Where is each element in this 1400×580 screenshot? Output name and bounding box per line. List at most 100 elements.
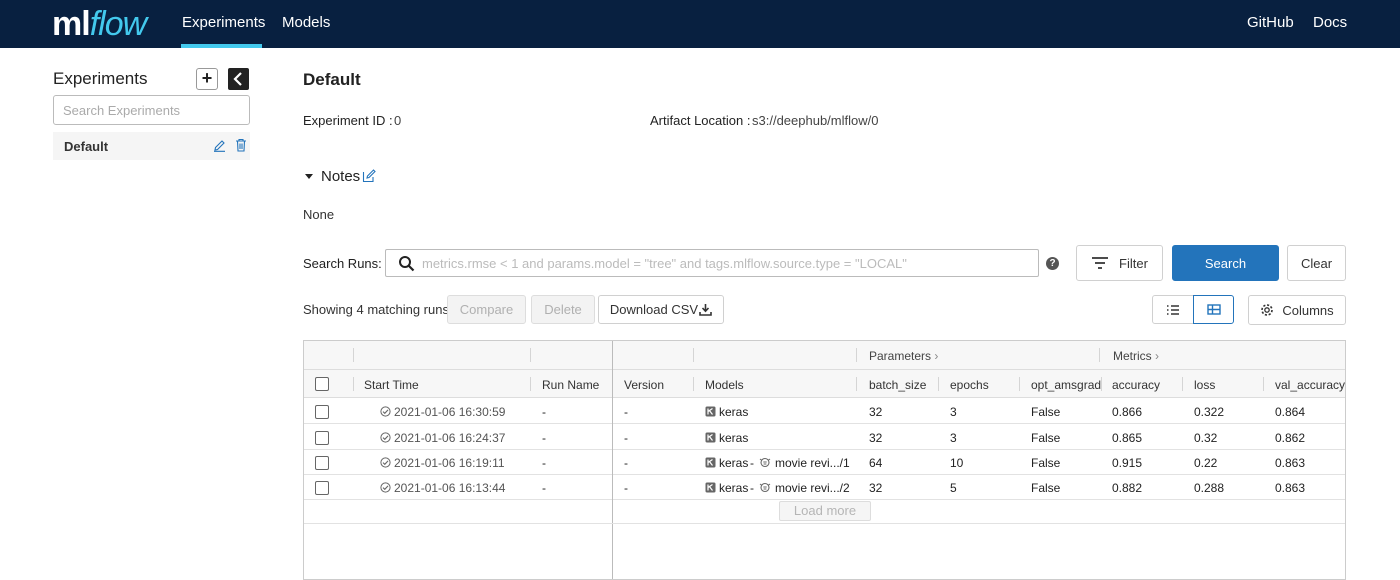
- table-row[interactable]: 2021-01-06 16:30:59 - - keras 32 3 False…: [304, 399, 1345, 424]
- header-batch-size[interactable]: batch_size: [869, 378, 926, 392]
- download-csv-label: Download CSV: [609, 302, 699, 317]
- batch-size-cell: 64: [869, 456, 883, 470]
- download-csv-button[interactable]: Download CSV: [598, 295, 724, 324]
- search-runs-label: Search Runs:: [303, 256, 382, 271]
- accuracy-cell: 0.866: [1112, 405, 1143, 419]
- start-time-link[interactable]: 2021-01-06 16:13:44: [394, 481, 505, 495]
- filter-button[interactable]: Filter: [1076, 245, 1163, 281]
- sidebar-item-default[interactable]: Default: [53, 132, 250, 160]
- registered-model-link[interactable]: movie revi.../1: [775, 456, 850, 470]
- metrics-group-label[interactable]: Metrics ›: [1113, 349, 1159, 363]
- model-link[interactable]: keras: [719, 481, 748, 495]
- table-row[interactable]: 2021-01-06 16:19:11 - - keras - movie re…: [304, 450, 1345, 475]
- trash-icon[interactable]: [235, 138, 247, 152]
- caret-down-icon[interactable]: [304, 172, 314, 180]
- epochs-cell: 10: [950, 456, 964, 470]
- column-divider: [1263, 377, 1264, 391]
- row-checkbox[interactable]: [315, 481, 329, 495]
- select-all-checkbox[interactable]: [315, 377, 329, 391]
- header-version[interactable]: Version: [624, 378, 664, 392]
- start-time-link[interactable]: 2021-01-06 16:24:37: [394, 431, 505, 445]
- header-run-name[interactable]: Run Name: [542, 378, 599, 392]
- header-models[interactable]: Models: [705, 378, 744, 392]
- header-accuracy[interactable]: accuracy: [1112, 378, 1160, 392]
- loss-cell: 0.322: [1194, 405, 1225, 419]
- nav-docs[interactable]: Docs: [1313, 14, 1347, 31]
- matching-runs-count: Showing 4 matching runs: [303, 302, 449, 317]
- delete-button-label: Delete: [544, 302, 582, 317]
- search-button-label: Search: [1204, 255, 1247, 271]
- filter-icon: [1092, 257, 1109, 269]
- check-circle-icon: [380, 406, 391, 417]
- model-link[interactable]: keras: [719, 431, 748, 445]
- search-experiments-input[interactable]: [53, 95, 250, 125]
- search-button[interactable]: Search: [1172, 245, 1279, 281]
- start-time-link[interactable]: 2021-01-06 16:19:11: [394, 456, 505, 470]
- compact-view-toggle[interactable]: [1193, 295, 1234, 324]
- column-divider: [693, 348, 694, 362]
- nav-experiments[interactable]: Experiments: [182, 14, 265, 31]
- nav-models[interactable]: Models: [282, 14, 330, 31]
- column-divider: [530, 348, 531, 362]
- column-divider: [1019, 377, 1020, 391]
- compare-button[interactable]: Compare: [447, 295, 526, 324]
- chevron-right-icon: ›: [1155, 349, 1160, 363]
- pencil-icon[interactable]: [213, 139, 226, 152]
- edit-notes-icon[interactable]: [362, 169, 376, 183]
- mlflow-logo[interactable]: ml flow: [52, 4, 147, 44]
- row-checkbox[interactable]: [315, 431, 329, 445]
- loss-cell: 0.32: [1194, 431, 1218, 445]
- column-group-header: Parameters › Metrics ›: [304, 341, 1345, 370]
- column-divider: [938, 377, 939, 391]
- search-runs-input[interactable]: [422, 253, 1032, 273]
- list-view-toggle[interactable]: [1152, 295, 1194, 324]
- model-icon: [705, 432, 716, 443]
- add-experiment-button[interactable]: +: [196, 68, 218, 90]
- version-cell: -: [624, 431, 628, 445]
- header-loss[interactable]: loss: [1194, 378, 1215, 392]
- model-link[interactable]: keras: [719, 405, 748, 419]
- pinned-columns-divider: [612, 341, 613, 579]
- start-time-link[interactable]: 2021-01-06 16:30:59: [394, 405, 505, 419]
- notes-content: None: [303, 207, 335, 222]
- parameters-group-label[interactable]: Parameters ›: [869, 349, 938, 363]
- download-icon: [699, 304, 712, 316]
- columns-button[interactable]: Columns: [1248, 295, 1346, 325]
- column-divider: [1101, 377, 1102, 391]
- row-checkbox[interactable]: [315, 456, 329, 470]
- help-icon[interactable]: ?: [1046, 257, 1059, 270]
- version-cell: -: [624, 405, 628, 419]
- header-opt-amsgrad[interactable]: opt_amsgrad: [1031, 378, 1101, 392]
- model-separator: -: [750, 481, 754, 495]
- run-name-cell: -: [542, 405, 546, 419]
- header-val-accuracy[interactable]: val_accuracy: [1275, 378, 1345, 392]
- notes-toggle[interactable]: Notes: [321, 168, 360, 185]
- search-runs-field[interactable]: [385, 249, 1039, 277]
- header-start-time[interactable]: Start Time: [364, 378, 419, 392]
- batch-size-cell: 32: [869, 481, 883, 495]
- model-link[interactable]: keras: [719, 456, 748, 470]
- delete-button[interactable]: Delete: [531, 295, 595, 324]
- registered-model-link[interactable]: movie revi.../2: [775, 481, 850, 495]
- page-title: Default: [303, 70, 361, 89]
- val-accuracy-cell: 0.864: [1275, 405, 1306, 419]
- columns-button-label: Columns: [1282, 302, 1334, 318]
- row-checkbox[interactable]: [315, 405, 329, 419]
- table-row[interactable]: 2021-01-06 16:13:44 - - keras - movie re…: [304, 475, 1345, 500]
- chevron-left-icon: [233, 72, 242, 86]
- batch-size-cell: 32: [869, 431, 883, 445]
- search-icon: [399, 256, 415, 272]
- registered-model-icon: [759, 457, 771, 468]
- collapse-sidebar-button[interactable]: [228, 68, 249, 90]
- header-epochs[interactable]: epochs: [950, 378, 989, 392]
- opt-amsgrad-cell: False: [1031, 405, 1061, 419]
- load-more-button[interactable]: Load more: [779, 501, 871, 521]
- clear-button[interactable]: Clear: [1287, 245, 1346, 281]
- compare-button-label: Compare: [459, 302, 514, 317]
- nav-github[interactable]: GitHub: [1247, 14, 1294, 31]
- table-row[interactable]: 2021-01-06 16:24:37 - - keras 32 3 False…: [304, 425, 1345, 450]
- version-cell: -: [624, 456, 628, 470]
- sidebar-title: Experiments: [53, 69, 148, 88]
- opt-amsgrad-cell: False: [1031, 481, 1061, 495]
- top-navbar: ml flow Experiments Models GitHub Docs: [0, 0, 1400, 48]
